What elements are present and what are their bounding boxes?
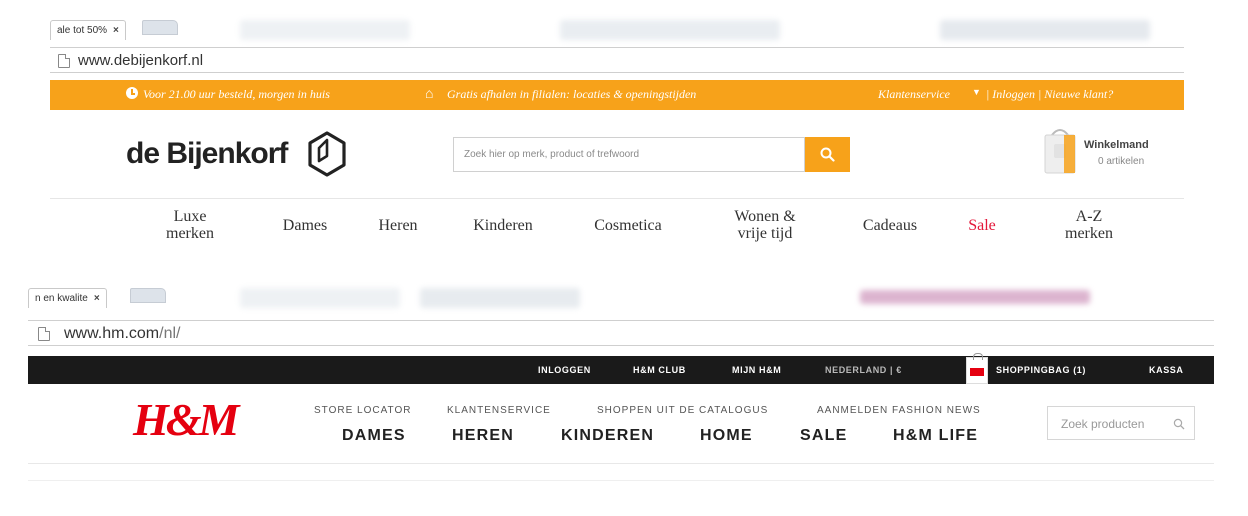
search-placeholder: Zoek producten [1061, 417, 1145, 431]
bijenkorf-logo[interactable]: de Bijenkorf [126, 137, 288, 171]
url-host: www.hm.com [64, 325, 160, 342]
divider [28, 463, 1214, 464]
nav-label: Dames [282, 217, 328, 234]
hm-logo[interactable]: H&M [133, 393, 239, 446]
nav-label: Kinderen [473, 217, 533, 234]
search-button[interactable] [805, 137, 850, 172]
search-icon[interactable] [1173, 418, 1185, 430]
club-link[interactable]: H&M CLUB [633, 365, 686, 375]
login-link[interactable]: INLOGGEN [538, 365, 591, 375]
new-tab-button[interactable] [130, 288, 166, 303]
nav-item-cosmetica[interactable]: Cosmetica [580, 217, 676, 234]
store-locator-link[interactable]: STORE LOCATOR [314, 405, 411, 416]
new-tab-button[interactable] [142, 20, 178, 35]
address-bar[interactable]: www.hm.com/nl/ [28, 320, 1214, 346]
blurred-tab [860, 290, 1090, 304]
blurred-tab [240, 288, 400, 308]
nav-label: Heren [378, 217, 418, 234]
catalogue-link[interactable]: SHOPPEN UIT DE CATALOGUS [597, 405, 768, 416]
browser-tab-hm[interactable]: n en kwalite × [28, 288, 107, 308]
fashion-news-link[interactable]: AANMELDEN FASHION NEWS [817, 405, 981, 416]
cart-title[interactable]: Winkelmand [1084, 139, 1149, 151]
nav-label: Luxe [173, 208, 207, 225]
nav-item-a-z-merken[interactable]: A-Z merken [1052, 208, 1126, 242]
address-bar[interactable]: www.debijenkorf.nl [50, 47, 1184, 73]
nav-item-dames[interactable]: Dames [274, 217, 336, 234]
browser-tab-bijenkorf[interactable]: ale tot 50% × [50, 20, 126, 40]
url-path: /nl/ [159, 325, 181, 342]
search-icon [820, 147, 835, 162]
page-icon [58, 54, 70, 68]
blurred-tab [420, 288, 580, 308]
shopping-bag-icon[interactable] [966, 353, 988, 384]
nav-item-wonen-vrije-tijd[interactable]: Wonen & vrije tijd [722, 208, 808, 242]
nav-label: Sale [968, 217, 996, 234]
nav-item-kinderen[interactable]: KINDEREN [561, 427, 654, 445]
shoppingbag-link[interactable]: SHOPPINGBAG (1) [996, 365, 1086, 375]
shopping-bag-icon[interactable] [1042, 126, 1078, 176]
hm-top-bar: INLOGGEN H&M CLUB MIJN H&M NEDERLAND | €… [28, 356, 1214, 384]
divider [50, 198, 1184, 199]
nav-item-dames[interactable]: DAMES [342, 427, 406, 445]
url-text[interactable]: www.debijenkorf.nl [78, 52, 203, 69]
blurred-tab [560, 20, 780, 40]
my-hm-link[interactable]: MIJN H&M [732, 365, 781, 375]
page-icon [38, 327, 50, 341]
tab-close-icon[interactable]: × [94, 289, 100, 308]
url-text[interactable]: www.hm.com/nl/ [64, 325, 180, 343]
checkout-link[interactable]: KASSA [1149, 365, 1184, 375]
tab-close-icon[interactable]: × [113, 21, 119, 40]
nav-item-sale[interactable]: SALE [800, 427, 847, 445]
account-links[interactable]: | Inloggen | Nieuwe klant? [986, 87, 1113, 102]
blurred-tab [940, 20, 1150, 40]
nav-item-heren[interactable]: Heren [368, 217, 428, 234]
nav-label: Wonen & [734, 208, 796, 225]
bijenkorf-logo-mark[interactable] [306, 130, 348, 178]
nav-label: Cadeaus [862, 217, 918, 234]
divider [28, 480, 1214, 481]
search-input[interactable]: Zoek producten [1047, 406, 1195, 440]
nav-item-heren[interactable]: HEREN [452, 427, 514, 445]
nav-item-sale[interactable]: Sale [960, 217, 1004, 234]
nav-item-home[interactable]: HOME [700, 427, 753, 445]
nav-item-cadeaus[interactable]: Cadeaus [852, 217, 928, 234]
search-input[interactable]: Zoek hier op merk, product of trefwoord [453, 137, 805, 172]
nav-label: vrije tijd [737, 225, 793, 242]
nav-item-luxe-merken[interactable]: Luxe merken [158, 208, 222, 242]
nav-label: merken [1065, 225, 1113, 242]
nav-label: merken [166, 225, 214, 242]
tab-title: ale tot 50% [57, 25, 108, 36]
nav-label: Cosmetica [594, 217, 662, 234]
home-icon: ⌂ [425, 87, 434, 102]
blurred-tab [240, 20, 410, 40]
cart-count: 0 artikelen [1098, 156, 1145, 167]
country-selector[interactable]: NEDERLAND | € [825, 365, 902, 375]
caret-down-icon[interactable]: ▼ [972, 87, 981, 97]
nav-item-kinderen[interactable]: Kinderen [461, 217, 545, 234]
nav-label: A-Z [1075, 208, 1103, 225]
bijenkorf-info-bar: Voor 21.00 uur besteld, morgen in huis ⌂… [50, 80, 1184, 110]
tab-title: n en kwalite [35, 293, 88, 304]
delivery-text[interactable]: Voor 21.00 uur besteld, morgen in huis [143, 87, 330, 102]
customer-service-link[interactable]: KLANTENSERVICE [447, 405, 551, 416]
customer-service-link[interactable]: Klantenservice [878, 87, 950, 102]
nav-item-hm-life[interactable]: H&M LIFE [893, 427, 978, 445]
pickup-link[interactable]: Gratis afhalen in filialen: locaties & o… [447, 87, 696, 102]
clock-icon [126, 87, 138, 99]
